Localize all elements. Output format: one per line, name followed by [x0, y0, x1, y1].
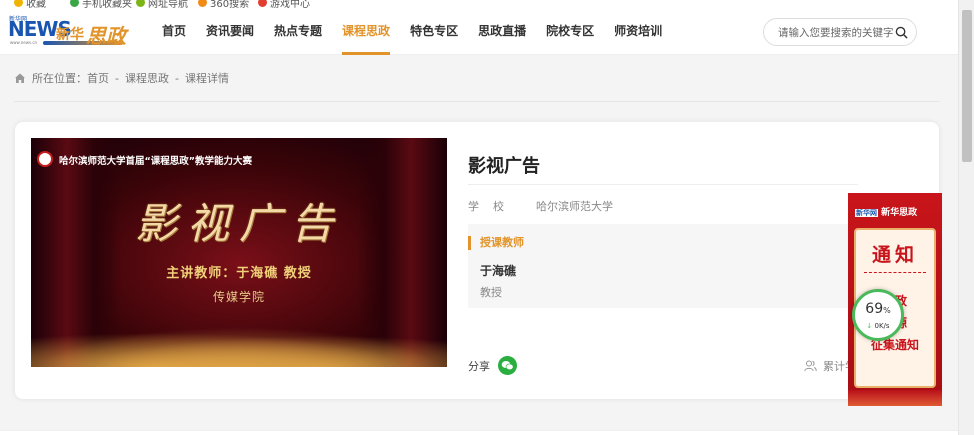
speed-rate: ↓ 0K/s [866, 322, 890, 330]
video-player[interactable]: 哈尔滨师范大学首届“课程思政”教学能力大赛 影视广告 主讲教师：于海礁 教授 传… [31, 138, 447, 367]
page-bottom-edge [0, 430, 958, 435]
breadcrumb-home[interactable]: 首页 [87, 70, 109, 86]
nav-item-live[interactable]: 思政直播 [468, 8, 536, 55]
ad-heading: 通知 [871, 244, 918, 266]
breadcrumb-separator: - [174, 71, 179, 85]
video-gold-dust [31, 327, 447, 367]
search-icon[interactable] [895, 26, 908, 39]
nav-item-featured[interactable]: 特色专区 [400, 8, 468, 55]
mobile-icon [70, 0, 79, 7]
course-title: 影视广告 [468, 156, 540, 177]
logo-xinhua: 新华 [56, 27, 84, 43]
wechat-icon[interactable] [498, 356, 517, 375]
video-event-title: 哈尔滨师范大学首届“课程思政”教学能力大赛 [59, 156, 252, 167]
home-icon [15, 73, 25, 83]
search-engine-icon [198, 0, 207, 7]
site-logo[interactable]: 新华网 NEWS www.news.cn 新华 思政 [8, 13, 136, 51]
search-input[interactable] [778, 24, 894, 41]
site-header: 新华网 NEWS www.news.cn 新华 思政 首页 资讯要闻 热点专题 … [0, 8, 958, 55]
teacher-rank: 教授 [480, 286, 502, 299]
teacher-panel: 授课教师 于海礁 教授 [468, 224, 858, 308]
page-scrollbar[interactable] [958, 0, 974, 435]
nav-item-colleges[interactable]: 院校专区 [536, 8, 604, 55]
nav-item-training[interactable]: 师资培训 [604, 8, 672, 55]
breadcrumb-course-sizheng[interactable]: 课程思政 [125, 70, 169, 86]
games-icon [258, 0, 267, 7]
nav-item-home[interactable]: 首页 [152, 8, 196, 55]
nav-item-course-sizheng[interactable]: 课程思政 [332, 8, 400, 55]
ad-logo-badge: 新华网 [855, 209, 878, 217]
bookmark-search[interactable]: 360搜索 [198, 0, 249, 8]
logo-url: www.news.cn [10, 40, 38, 45]
ad-logo-text: 新华思政 [881, 208, 918, 218]
breadcrumb-separator: - [115, 71, 119, 85]
breadcrumb: 所在位置： 首页 - 课程思政 - 课程详情 [14, 70, 229, 86]
university-emblem-icon [37, 151, 53, 167]
speed-percent: 69% [865, 301, 891, 317]
teacher-name[interactable]: 于海礁 [480, 262, 516, 279]
ad-logo: 新华网 新华思政 [855, 205, 917, 218]
nav-item-news[interactable]: 资讯要闻 [196, 8, 264, 55]
title-divider [468, 184, 858, 185]
network-speed-widget[interactable]: 69% ↓ 0K/s [852, 289, 904, 341]
ad-dashed-divider [864, 272, 926, 273]
nav-icon [136, 0, 145, 7]
nav-item-topics[interactable]: 热点专题 [264, 8, 332, 55]
main-nav: 首页 资讯要闻 热点专题 课程思政 特色专区 思政直播 院校专区 师资培训 [152, 8, 672, 55]
browser-bookmarks-bar: 收藏 手机收藏夹 网址导航 360搜索 游戏中心 [0, 0, 958, 8]
share-row: 分享 [468, 356, 517, 375]
video-teacher-line: 主讲教师：于海礁 教授 [166, 266, 312, 281]
divider [14, 101, 940, 102]
bookmark-favorites[interactable]: 收藏 [14, 0, 46, 8]
teacher-heading: 授课教师 [468, 236, 524, 250]
video-course-title: 影视广告 [134, 199, 343, 248]
breadcrumb-current: 课程详情 [184, 72, 229, 85]
bookmark-mobile[interactable]: 手机收藏夹 [70, 0, 132, 8]
breadcrumb-prefix: 所在位置： [32, 72, 87, 85]
course-card: 哈尔滨师范大学首届“课程思政”教学能力大赛 影视广告 主讲教师：于海礁 教授 传… [15, 122, 939, 399]
share-label: 分享 [468, 359, 490, 373]
school-row: 学校 哈尔滨师范大学 [468, 198, 613, 214]
bookmark-games[interactable]: 游戏中心 [258, 0, 310, 8]
school-label: 学校 [468, 200, 518, 213]
logo-sizheng: 思政 [86, 24, 126, 48]
star-icon [14, 0, 23, 7]
arrow-down-icon: ↓ [866, 322, 873, 330]
ad-bottom-band [848, 390, 942, 406]
search-box [763, 18, 917, 46]
bookmark-nav[interactable]: 网址导航 [136, 0, 188, 8]
people-icon [804, 360, 817, 372]
school-value: 哈尔滨师范大学 [536, 200, 613, 213]
scrollbar-thumb[interactable] [962, 10, 972, 162]
video-college: 传媒学院 [212, 290, 265, 304]
